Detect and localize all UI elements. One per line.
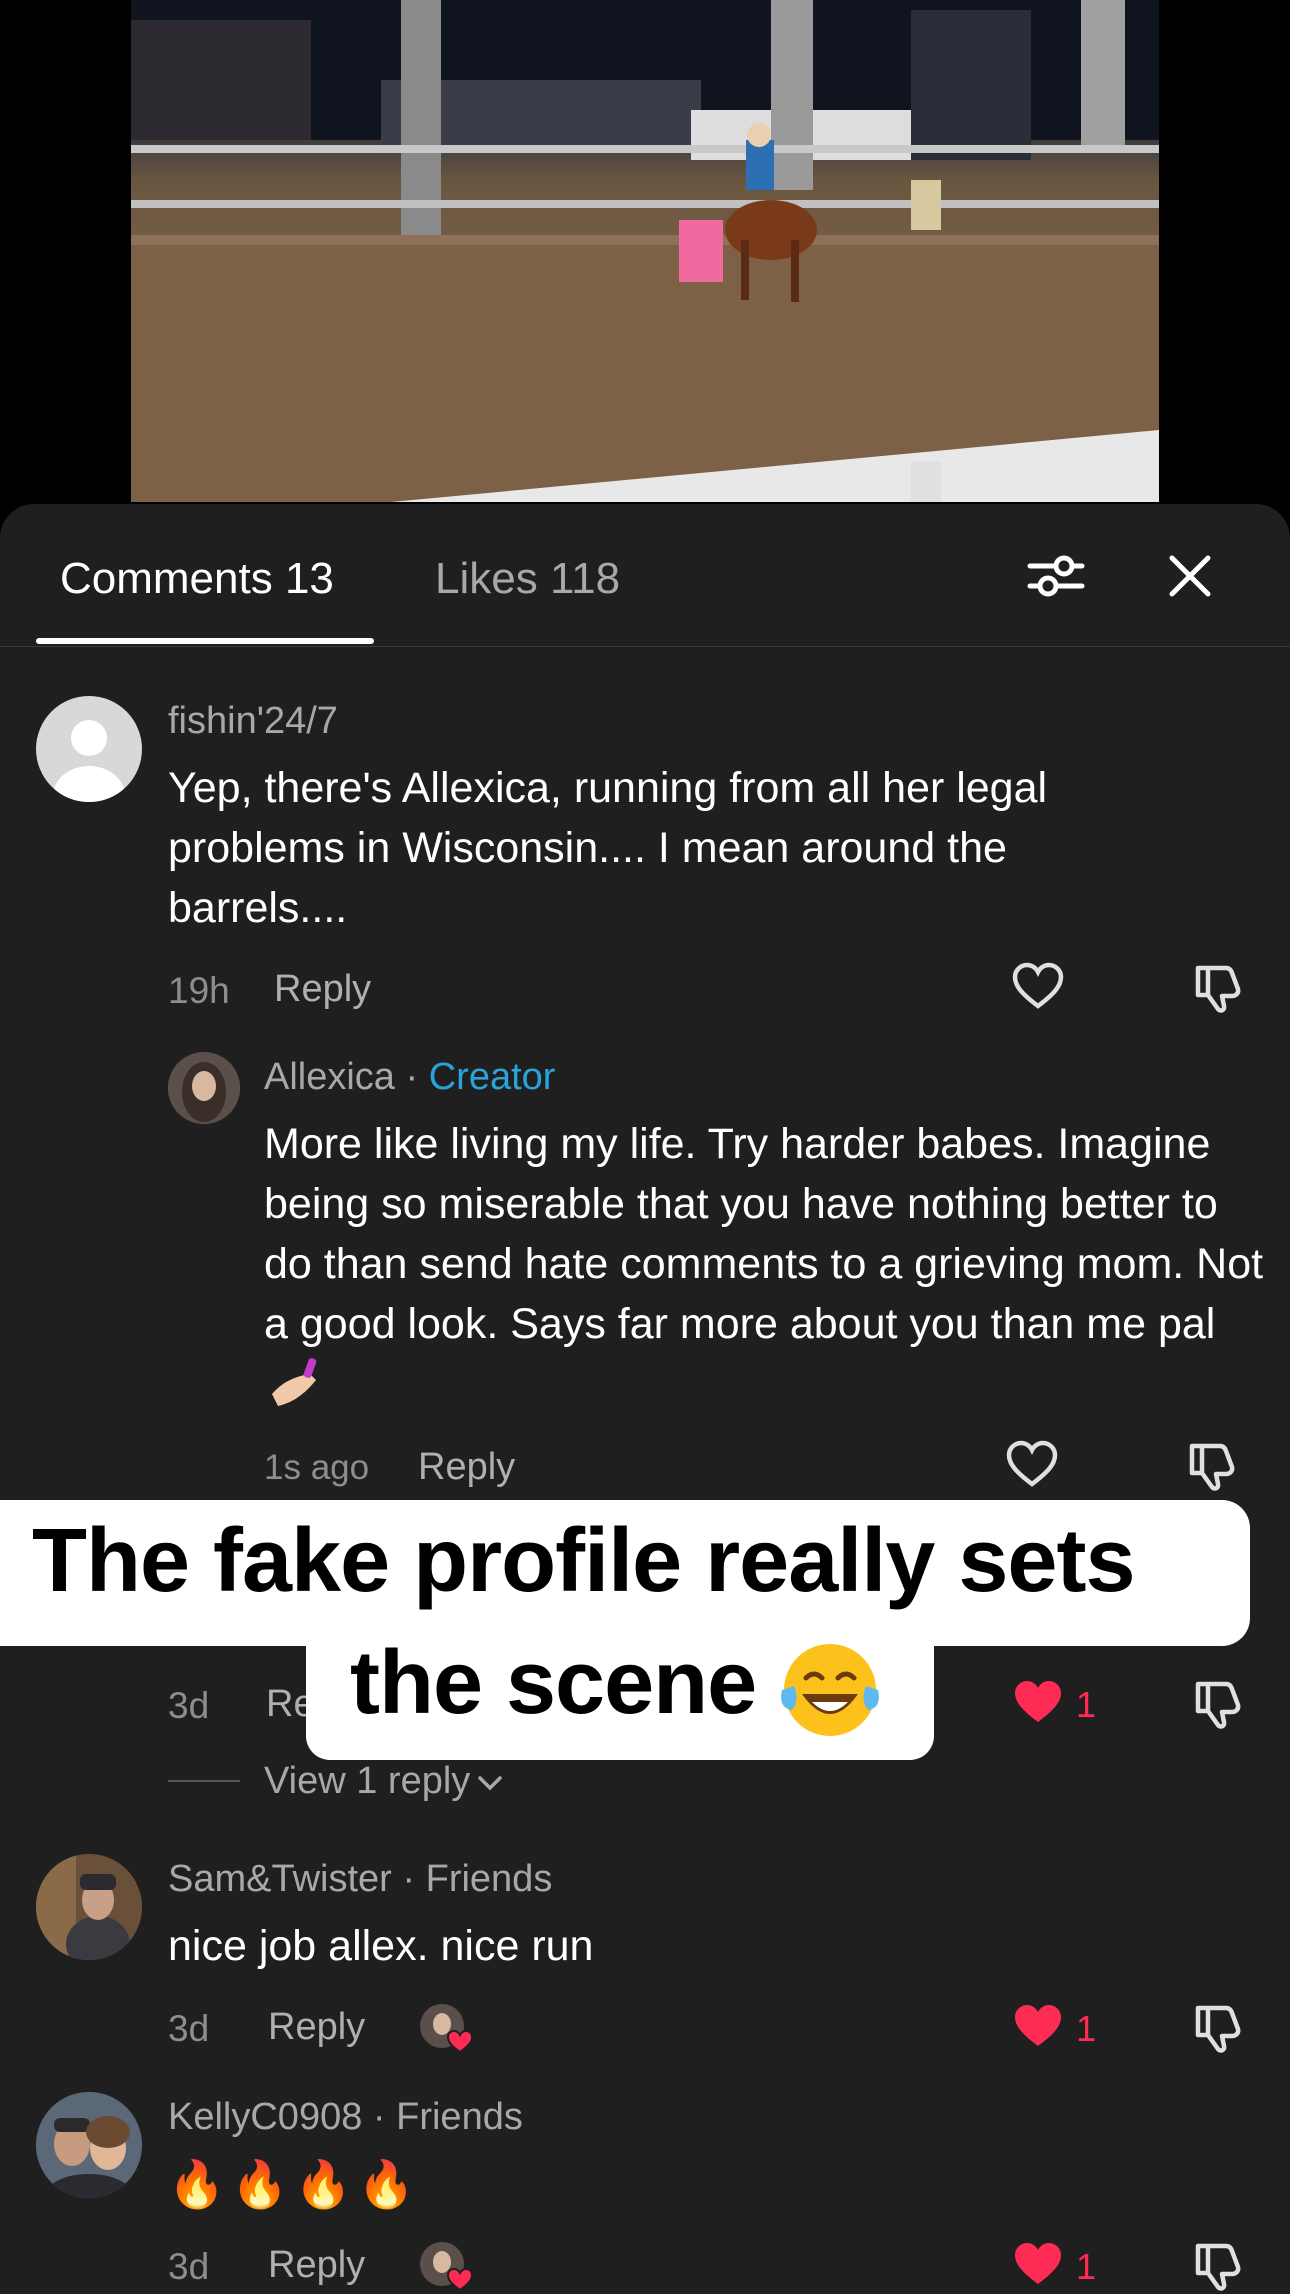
divider <box>168 1780 240 1782</box>
video-frame <box>131 0 1159 502</box>
reply-button[interactable]: Reply <box>268 2006 365 2049</box>
avatar[interactable] <box>36 1854 142 1960</box>
avatar[interactable] <box>36 2092 142 2198</box>
creator-liked-icon <box>420 2004 474 2054</box>
caption-line-2: the scene <box>350 1633 757 1733</box>
friends-badge: Friends <box>396 2096 523 2138</box>
caption-line-1: The fake profile really sets <box>32 1511 1135 1611</box>
heart-outline-icon[interactable] <box>1006 1440 1058 1488</box>
comment-time: 3d <box>168 2246 210 2287</box>
friends-badge: Friends <box>425 1858 553 1900</box>
user-avatar-image <box>36 1854 142 1960</box>
comment-text: 🔥🔥🔥🔥 <box>168 2158 422 2210</box>
dislike-icon[interactable] <box>1192 1678 1244 1730</box>
reply-button[interactable]: Reply <box>418 1446 515 1489</box>
creator-liked-icon <box>420 2242 474 2292</box>
comment-username[interactable]: fishin'24/7 <box>168 700 338 743</box>
comment-time: 1s ago <box>264 1448 370 1487</box>
comment-text: Yep, there's Allexica, running from all … <box>168 764 1048 932</box>
creator-username[interactable]: Allexica · Creator <box>264 1056 555 1099</box>
laughing-tears-emoji-icon <box>781 1644 879 1736</box>
creator-avatar-image <box>168 1052 240 1124</box>
default-avatar-icon <box>53 720 125 802</box>
view-replies-button[interactable]: View 1 reply <box>264 1760 504 1803</box>
tab-comments[interactable]: Comments 13 <box>60 554 334 604</box>
dislike-icon[interactable] <box>1192 962 1244 1014</box>
reply-button[interactable]: Reply <box>274 968 371 1011</box>
user-avatar-image <box>36 2092 142 2198</box>
comment-time: 3d <box>168 1685 210 1726</box>
active-tab-indicator <box>36 638 374 644</box>
comment-username[interactable]: KellyC0908 · Friends <box>168 2096 523 2139</box>
avatar[interactable] <box>168 1052 240 1124</box>
chevron-down-icon <box>478 1776 503 1791</box>
video-player[interactable] <box>0 0 1290 520</box>
tab-bar: Comments 13 Likes 118 <box>0 504 1290 647</box>
dislike-icon[interactable] <box>1186 1440 1238 1492</box>
like-count: 1 <box>1076 2246 1097 2287</box>
heart-filled-icon[interactable] <box>1012 2240 1064 2288</box>
dislike-icon[interactable] <box>1192 2002 1244 2054</box>
creator-badge: Creator <box>428 1056 556 1098</box>
nail-polish-emoji-icon <box>272 1358 317 1406</box>
comment-text: nice job allex. nice run <box>168 1922 594 1970</box>
avatar[interactable] <box>36 696 142 802</box>
like-count: 1 <box>1076 1684 1097 1725</box>
comment-time: 3d <box>168 2008 210 2049</box>
like-count: 1 <box>1076 2008 1097 2049</box>
heart-filled-icon[interactable] <box>1012 2002 1064 2050</box>
comment-time: 19h <box>168 970 230 1011</box>
close-icon[interactable] <box>1160 546 1220 606</box>
filter-icon[interactable] <box>1026 546 1086 606</box>
dislike-icon[interactable] <box>1192 2240 1244 2292</box>
comment-text: More like living my life. Try harder bab… <box>264 1114 1264 1420</box>
rodeo-scene-image <box>131 0 1159 502</box>
heart-outline-icon[interactable] <box>1012 962 1064 1010</box>
heart-filled-icon[interactable] <box>1012 1678 1064 1726</box>
comment-username[interactable]: Sam&Twister · Friends <box>168 1858 552 1901</box>
reply-button[interactable]: Reply <box>268 2244 365 2287</box>
tab-likes[interactable]: Likes 118 <box>435 554 620 604</box>
